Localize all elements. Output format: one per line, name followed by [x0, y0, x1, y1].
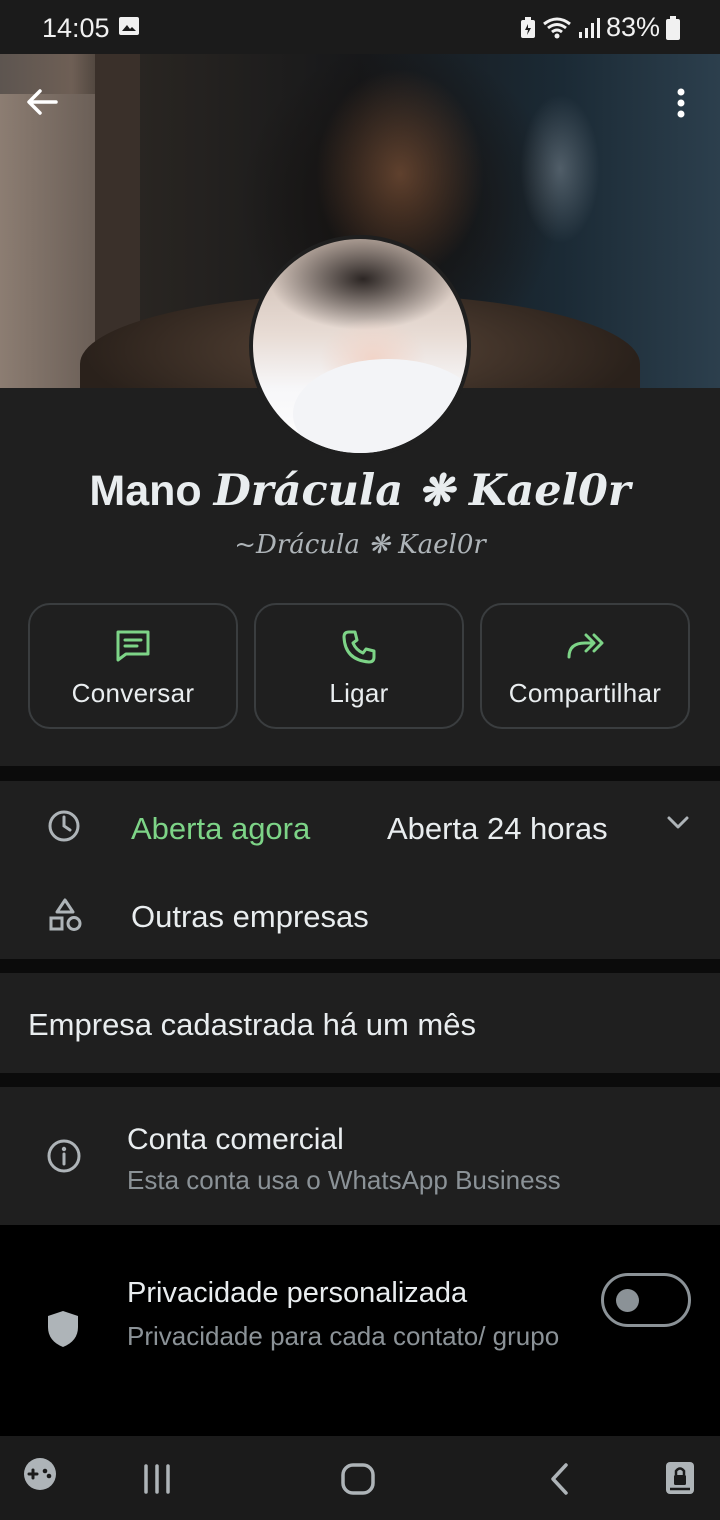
- home-icon[interactable]: [340, 1462, 376, 1501]
- chevron-down-icon[interactable]: [664, 813, 692, 833]
- shield-icon: [48, 1311, 78, 1347]
- chat-button-label: Conversar: [71, 678, 195, 708]
- business-account-row[interactable]: Conta comercial Esta conta usa o WhatsAp…: [0, 1087, 720, 1225]
- back-nav-icon[interactable]: [547, 1462, 571, 1501]
- open-status: Aberta agora: [131, 811, 311, 846]
- status-time: 14:05: [42, 13, 110, 43]
- shapes-icon: [49, 898, 82, 931]
- signal-icon: [578, 17, 600, 38]
- share-forward-icon: [567, 633, 604, 659]
- call-button-label: Ligar: [329, 678, 389, 708]
- action-buttons: Conversar Ligar Compartilhar: [28, 603, 692, 731]
- status-bar: 14:05 83%: [0, 0, 720, 54]
- profile-subtitle: ~Drácula ❋ Kael0r: [234, 530, 486, 560]
- custom-privacy-title: Privacidade personalizada: [127, 1277, 468, 1309]
- game-launcher-icon[interactable]: [22, 1456, 58, 1497]
- custom-privacy-subtitle: Privacidade para cada contato/ grupo: [127, 1321, 560, 1351]
- clock-icon: [48, 810, 80, 842]
- open-hours: Aberta 24 horas: [387, 811, 608, 846]
- section-divider: [0, 766, 720, 781]
- share-button[interactable]: Compartilhar: [480, 603, 690, 729]
- wifi-icon: [543, 17, 571, 38]
- custom-privacy-row[interactable]: Privacidade personalizada Privacidade pa…: [0, 1225, 720, 1436]
- more-vert-icon[interactable]: [666, 84, 696, 124]
- share-button-label: Compartilhar: [508, 678, 662, 708]
- profile-avatar[interactable]: [249, 235, 471, 457]
- business-account-title: Conta comercial: [127, 1123, 344, 1156]
- registered-text: Empresa cadastrada há um mês: [28, 1007, 476, 1042]
- chat-button[interactable]: Conversar: [28, 603, 238, 729]
- custom-privacy-toggle[interactable]: [601, 1273, 691, 1327]
- secure-folder-icon[interactable]: [664, 1460, 696, 1501]
- business-hours-row[interactable]: Aberta agora Aberta 24 horas: [0, 781, 720, 871]
- call-button[interactable]: Ligar: [254, 603, 464, 729]
- back-arrow-icon[interactable]: [24, 84, 60, 120]
- status-icons: 83%: [520, 12, 680, 43]
- battery-percent: 83%: [605, 12, 660, 42]
- battery-icon: [666, 15, 680, 40]
- section-divider: [0, 1073, 720, 1087]
- profile-name-plain: Mano: [89, 467, 214, 515]
- gallery-icon: [119, 17, 139, 35]
- other-businesses-label: Outras empresas: [131, 899, 369, 934]
- profile-name-fancy: Drácula ❋ Kael0r: [213, 466, 631, 516]
- chat-icon: [116, 630, 150, 662]
- profile-name: Mano Drácula ❋ Kael0r: [0, 466, 720, 516]
- other-businesses-row[interactable]: Outras empresas: [0, 871, 720, 959]
- info-icon: [47, 1139, 81, 1173]
- business-account-subtitle: Esta conta usa o WhatsApp Business: [127, 1165, 561, 1195]
- toggle-knob: [616, 1289, 639, 1312]
- phone-icon: [342, 630, 376, 664]
- registered-info: Empresa cadastrada há um mês: [0, 973, 720, 1073]
- recent-apps-icon[interactable]: [141, 1464, 173, 1499]
- section-divider: [0, 959, 720, 973]
- system-nav-bar: [0, 1436, 720, 1520]
- battery-saver-icon: [520, 16, 535, 38]
